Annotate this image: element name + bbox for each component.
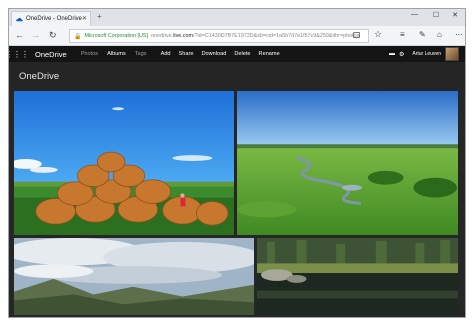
hub-icon[interactable]: ≡ <box>400 30 405 39</box>
address-toolbar: ← → ↻ 🔒 Microsoft Corporation [US] onedr… <box>9 26 465 46</box>
share-button[interactable]: Share <box>179 51 194 57</box>
app-launcher-icon[interactable]: ⋮⋮⋮ <box>9 46 29 62</box>
album-header: OneDrive <box>9 62 465 90</box>
tab-title: OneDrive - OneDrive <box>26 16 83 22</box>
minimize-icon[interactable]: — <box>411 11 418 18</box>
nav-tags[interactable]: Tags <box>135 51 147 57</box>
address-bar[interactable]: 🔒 Microsoft Corporation [US] onedrive.li… <box>69 29 369 43</box>
photo-meadow[interactable] <box>236 90 459 236</box>
url-text: onedrive.live.com/?id=C1430D7B7E1972D&sb… <box>151 33 360 39</box>
back-arrow-icon[interactable]: ← <box>15 30 24 40</box>
photo-grid <box>9 90 465 317</box>
web-note-icon[interactable]: ✎ <box>419 30 426 39</box>
photo-hay-bales[interactable] <box>13 90 235 236</box>
share-icon[interactable]: ⌂ <box>437 30 442 39</box>
nav-albums[interactable]: Albums <box>107 51 126 57</box>
onedrive-cloud-icon <box>16 17 23 21</box>
close-window-icon[interactable]: ✕ <box>452 11 458 19</box>
user-name[interactable]: Artur Leuven <box>412 51 441 57</box>
new-tab-button[interactable]: + <box>97 12 102 21</box>
page-title: OneDrive <box>19 71 60 82</box>
gear-icon[interactable]: ⚙ <box>399 51 404 58</box>
suite-bar-right: ▬ ⚙ Artur Leuven <box>389 46 459 62</box>
suite-bar: ⋮⋮⋮ OneDrive Photos Albums Tags Add Shar… <box>9 46 465 62</box>
chat-icon[interactable]: ▬ <box>389 51 395 57</box>
certificate-label: Microsoft Corporation [US] <box>84 33 148 39</box>
lock-icon: 🔒 <box>74 33 82 40</box>
photo-mountains[interactable] <box>13 237 255 316</box>
tab-close-icon[interactable]: ✕ <box>82 15 87 22</box>
refresh-icon[interactable]: ↻ <box>49 30 57 41</box>
nav-photos[interactable]: Photos <box>81 51 98 57</box>
download-button[interactable]: Download <box>201 51 226 57</box>
favorite-star-icon[interactable]: ☆ <box>374 29 382 40</box>
tab-onedrive[interactable]: OneDrive - OneDrive ✕ <box>11 11 91 26</box>
tab-bar: OneDrive - OneDrive ✕ + — ☐ ✕ <box>9 9 465 26</box>
avatar[interactable] <box>445 47 459 61</box>
command-bar: Add Share Download Delete Rename <box>161 51 280 57</box>
add-button[interactable]: Add <box>161 51 171 57</box>
forward-arrow-icon[interactable]: → <box>31 30 40 40</box>
nav-links: Photos Albums Tags <box>81 51 147 57</box>
browser-window: OneDrive - OneDrive ✕ + — ☐ ✕ ← → ↻ 🔒 Mi… <box>8 8 466 318</box>
app-name[interactable]: OneDrive <box>35 50 67 59</box>
photo-lake[interactable] <box>256 237 459 316</box>
reading-view-icon[interactable] <box>353 32 360 38</box>
rename-button[interactable]: Rename <box>259 51 280 57</box>
delete-button[interactable]: Delete <box>234 51 250 57</box>
more-icon[interactable]: ⋯ <box>455 30 463 39</box>
maximize-icon[interactable]: ☐ <box>433 11 439 19</box>
